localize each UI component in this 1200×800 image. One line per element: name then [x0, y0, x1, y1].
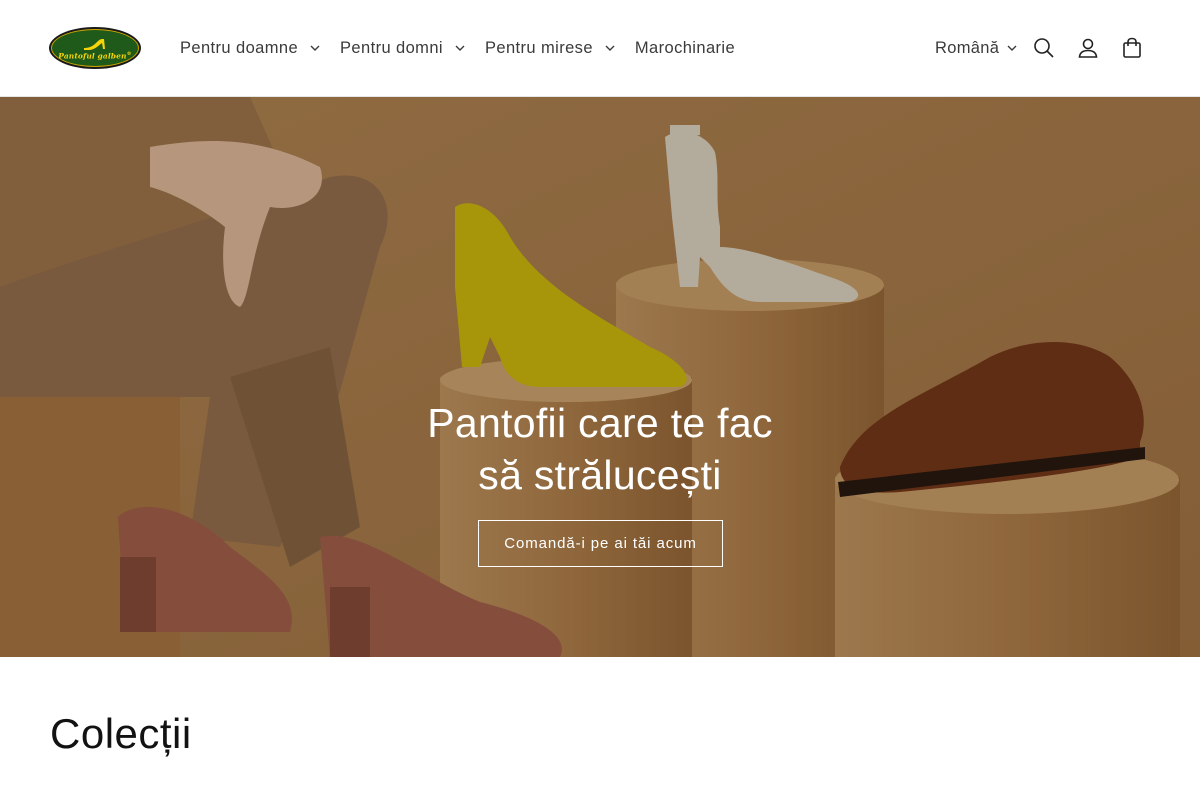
nav-item-label: Pentru doamne [180, 38, 299, 57]
logo-registered-mark: ® [126, 50, 132, 57]
hero-title: Pantofii care te fac să strălucești [300, 397, 900, 501]
site-header: Pantoful galben® Pentru doamne Pentru do… [0, 0, 1200, 97]
search-icon [1034, 38, 1054, 58]
brand-logo[interactable]: Pantoful galben® [49, 27, 141, 69]
hero-title-line2: să strălucești [478, 452, 722, 498]
nav-item-pentru-mirese[interactable]: Pentru mirese [475, 28, 625, 68]
hero-cta-button[interactable]: Comandă-i pe ai tăi acum [478, 520, 723, 567]
account-button[interactable] [1068, 28, 1108, 68]
nav-item-label: Pentru domni [340, 38, 443, 57]
logo-text: Pantoful galben [58, 51, 127, 60]
collections-title: Colecții [50, 710, 192, 757]
hero-banner: Pantofii care te fac să strălucești Coma… [0, 97, 1200, 657]
main-nav: Pentru doamne Pentru domni Pentru mirese… [170, 28, 745, 68]
account-icon [1078, 38, 1098, 58]
cart-button[interactable] [1112, 28, 1152, 68]
logo-emblem: Pantoful galben® [51, 29, 139, 67]
chevron-down-icon [1007, 45, 1017, 51]
chevron-down-icon [605, 45, 615, 51]
language-selector[interactable]: Română [925, 28, 1027, 68]
nav-item-pentru-domni[interactable]: Pentru domni [330, 28, 475, 68]
cart-icon [1123, 37, 1141, 58]
chevron-down-icon [310, 45, 320, 51]
nav-item-pentru-doamne[interactable]: Pentru doamne [170, 28, 330, 68]
nav-item-label: Pentru mirese [484, 38, 593, 57]
hero-overlay [0, 97, 1200, 657]
nav-item-label: Marochinarie [634, 38, 736, 57]
search-button[interactable] [1024, 28, 1064, 68]
chevron-down-icon [455, 45, 465, 51]
hero-title-line1: Pantofii care te fac [427, 400, 773, 446]
language-label: Română [935, 38, 1000, 57]
nav-item-marochinarie[interactable]: Marochinarie [625, 28, 745, 68]
